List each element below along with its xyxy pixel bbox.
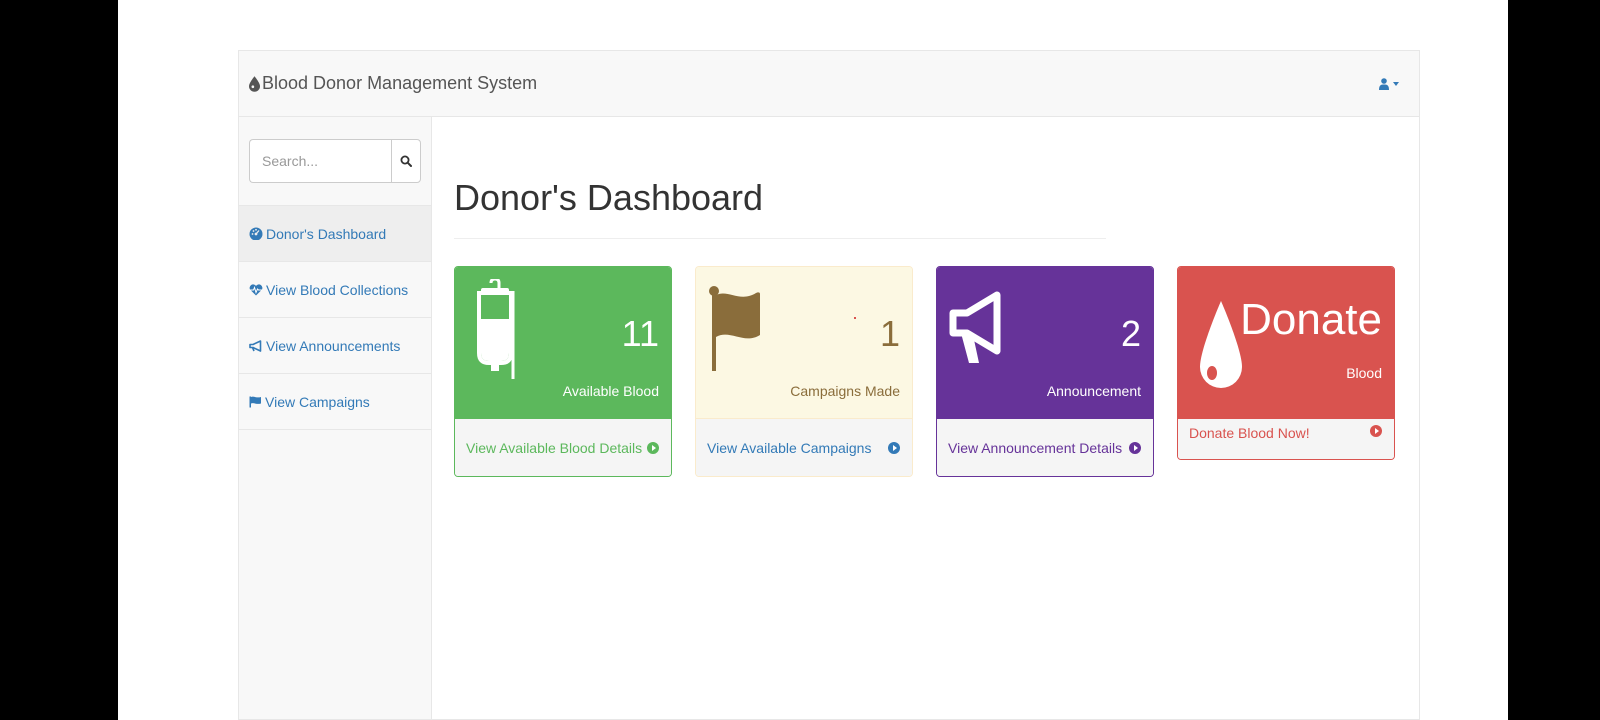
page-title: Donor's Dashboard <box>454 177 764 218</box>
donate-heading: Donate <box>1240 295 1382 344</box>
search-group <box>249 139 421 183</box>
sidebar-item-dashboard[interactable]: Donor's Dashboard <box>239 206 431 262</box>
view-campaigns-link[interactable]: View Available Campaigns <box>696 419 912 476</box>
sidebar-item-announcements[interactable]: View Announcements <box>239 318 431 374</box>
panel-available-blood: 11 Available Blood View Available Blood … <box>454 266 672 477</box>
bullhorn-icon <box>949 291 1001 363</box>
sidebar-item-campaigns[interactable]: View Campaigns <box>239 374 431 430</box>
flag-icon <box>709 286 760 371</box>
announcement-label: Announcement <box>1046 383 1141 399</box>
flag-icon <box>249 396 261 407</box>
panel-heading: 11 Available Blood <box>455 267 671 419</box>
panel-donate: Donate Blood Donate Blood Now! <box>1177 266 1395 460</box>
sidebar-item-label: Donor's Dashboard <box>266 225 387 242</box>
browser-viewport: Blood Donor Management System Search... … <box>118 0 1508 720</box>
donate-sub-label: Blood <box>1346 365 1382 381</box>
app-window: Blood Donor Management System Search... … <box>238 50 1420 720</box>
view-available-blood-link[interactable]: View Available Blood Details <box>455 419 671 476</box>
indicator-dot <box>854 317 856 319</box>
search-button[interactable] <box>391 139 421 183</box>
sidebar-item-blood-collections[interactable]: View Blood Collections <box>239 262 431 318</box>
footer-link-label: View Announcement Details <box>948 440 1123 456</box>
brand-title: Blood Donor Management System <box>262 73 538 93</box>
panel-heading: 1 Campaigns Made <box>696 267 912 419</box>
arrow-circle-right-icon <box>1129 442 1141 454</box>
dashboard-icon <box>249 227 263 240</box>
title-divider <box>454 238 1106 239</box>
arrow-circle-right-icon <box>1370 425 1382 437</box>
heartbeat-icon <box>249 283 263 295</box>
panel-campaigns: 1 Campaigns Made View Available Campaign… <box>695 266 913 477</box>
user-icon <box>1379 77 1389 90</box>
view-announcement-link[interactable]: View Announcement Details <box>937 419 1153 476</box>
sidebar-item-label: View Blood Collections <box>266 281 409 298</box>
available-blood-count: 11 <box>621 313 659 354</box>
chevron-down-icon <box>1393 81 1399 86</box>
arrow-circle-right-icon <box>647 442 659 454</box>
announcement-count: 2 <box>1120 313 1141 354</box>
footer-link-label: View Available Campaigns <box>707 440 872 456</box>
bullhorn-icon <box>249 339 262 352</box>
sidebar: Donor's Dashboard View Blood Collections… <box>239 117 432 719</box>
panel-heading: 2 Announcement <box>937 267 1153 419</box>
brand-link[interactable]: Blood Donor Management System <box>249 73 537 94</box>
blood-bag-icon <box>477 279 515 379</box>
main-content: Donor's Dashboard 11 Available Blood Vie… <box>454 117 1419 719</box>
blood-drop-icon <box>1200 301 1242 388</box>
campaigns-label: Campaigns Made <box>790 383 900 399</box>
blood-drop-icon <box>249 75 260 92</box>
top-navbar: Blood Donor Management System <box>239 51 1419 117</box>
sidebar-search <box>239 117 431 206</box>
available-blood-label: Available Blood <box>562 383 659 399</box>
search-input[interactable] <box>249 139 391 183</box>
footer-link-label: Donate Blood Now! <box>1189 425 1310 441</box>
campaigns-count: 1 <box>879 313 900 354</box>
sidebar-item-label: View Campaigns <box>265 393 370 410</box>
user-menu-toggle[interactable] <box>1379 77 1399 90</box>
arrow-circle-right-icon <box>888 442 900 454</box>
donate-blood-now-link[interactable]: Donate Blood Now! <box>1178 419 1394 459</box>
panel-announcements: 2 Announcement View Announcement Details <box>936 266 1154 477</box>
search-icon <box>400 155 412 167</box>
sidebar-item-label: View Announcements <box>266 337 401 354</box>
panel-heading: Donate Blood <box>1178 267 1394 419</box>
footer-link-label: View Available Blood Details <box>466 440 643 456</box>
